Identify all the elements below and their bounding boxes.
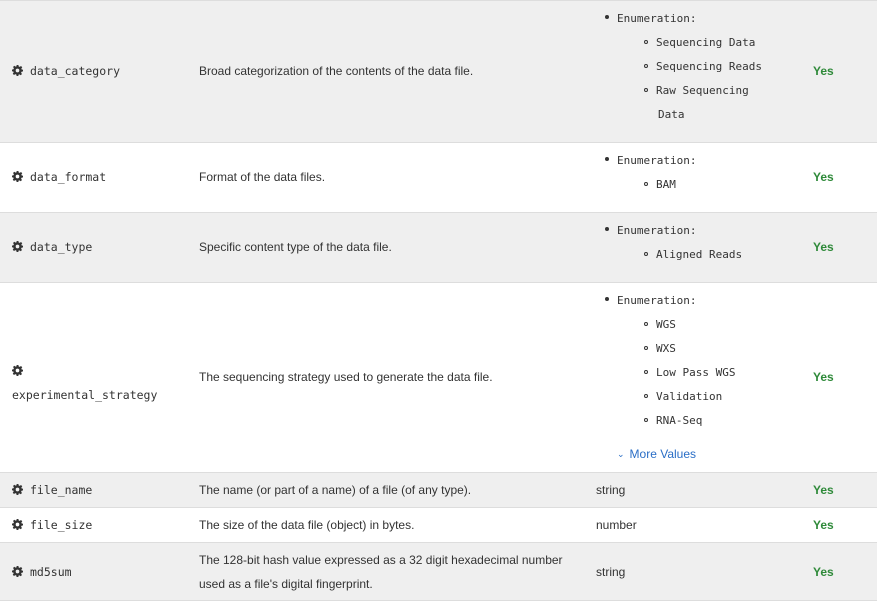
enumeration-label: Enumeration: <box>605 294 696 307</box>
required-flag: Yes <box>813 170 834 184</box>
gear-icon <box>12 484 23 495</box>
properties-table: data_category Broad categorization of th… <box>0 0 877 606</box>
more-values-link[interactable]: ⌄ More Values <box>617 447 696 461</box>
enum-value: Low Pass WGS <box>644 366 735 379</box>
gear-icon <box>12 65 23 76</box>
required-flag: Yes <box>813 370 834 384</box>
table-row: experimental_strategy The sequencing str… <box>0 283 877 473</box>
table-row: data_type Specific content type of the d… <box>0 213 877 283</box>
required-flag: Yes <box>813 64 834 78</box>
enum-value: RNA-Seq <box>644 414 702 427</box>
property-type: string <box>596 483 626 497</box>
property-name: experimental_strategy <box>12 359 157 407</box>
enum-value: Validation <box>644 390 722 403</box>
property-description: The sequencing strategy used to generate… <box>199 370 493 384</box>
property-type: string <box>596 565 626 579</box>
required-flag: Yes <box>813 483 834 497</box>
enum-value: Raw Sequencing <box>644 84 749 97</box>
table-row: data_category Broad categorization of th… <box>0 1 877 143</box>
property-name: data_format <box>12 170 106 184</box>
enum-value: Sequencing Data <box>644 36 755 49</box>
enum-value: BAM <box>644 178 676 191</box>
property-name: file_size <box>12 518 92 532</box>
enum-value: WGS <box>644 318 676 331</box>
property-type: number <box>596 518 637 532</box>
enumeration-label: Enumeration: <box>605 154 696 167</box>
gear-icon <box>12 365 23 376</box>
chevron-down-icon: ⌄ <box>617 449 625 459</box>
gear-icon <box>12 519 23 530</box>
gear-icon <box>12 566 23 577</box>
required-flag: Yes <box>813 240 834 254</box>
property-description: The name (or part of a name) of a file (… <box>199 483 472 497</box>
required-flag: Yes <box>813 518 834 532</box>
enum-value: WXS <box>644 342 676 355</box>
table-row: md5sum The 128-bit hash value expressed … <box>0 543 877 601</box>
enum-value-continued: Data <box>658 108 685 121</box>
enumeration-label: Enumeration: <box>605 12 696 25</box>
property-description: Format of the data files. <box>199 170 326 184</box>
property-name: data_category <box>12 64 120 78</box>
property-name: data_type <box>12 240 92 254</box>
description-line: used as a file's digital fingerprint. <box>199 577 373 591</box>
property-name: file_name <box>12 483 92 497</box>
enum-value: Sequencing Reads <box>644 60 762 73</box>
property-name: md5sum <box>12 565 72 579</box>
table-row: file_size The size of the data file (obj… <box>0 508 877 543</box>
table-row: data_format Format of the data files. En… <box>0 143 877 213</box>
required-flag: Yes <box>813 565 834 579</box>
enumeration-label: Enumeration: <box>605 224 696 237</box>
property-description: The 128-bit hash value expressed as a 32… <box>199 548 563 596</box>
table-row: file_name The name (or part of a name) o… <box>0 473 877 508</box>
property-description: Broad categorization of the contents of … <box>199 64 474 78</box>
gear-icon <box>12 241 23 252</box>
property-description: The size of the data file (object) in by… <box>199 518 415 532</box>
property-description: Specific content type of the data file. <box>199 240 392 254</box>
gear-icon <box>12 171 23 182</box>
enum-value: Aligned Reads <box>644 248 742 261</box>
description-line: The 128-bit hash value expressed as a 32… <box>199 553 563 567</box>
